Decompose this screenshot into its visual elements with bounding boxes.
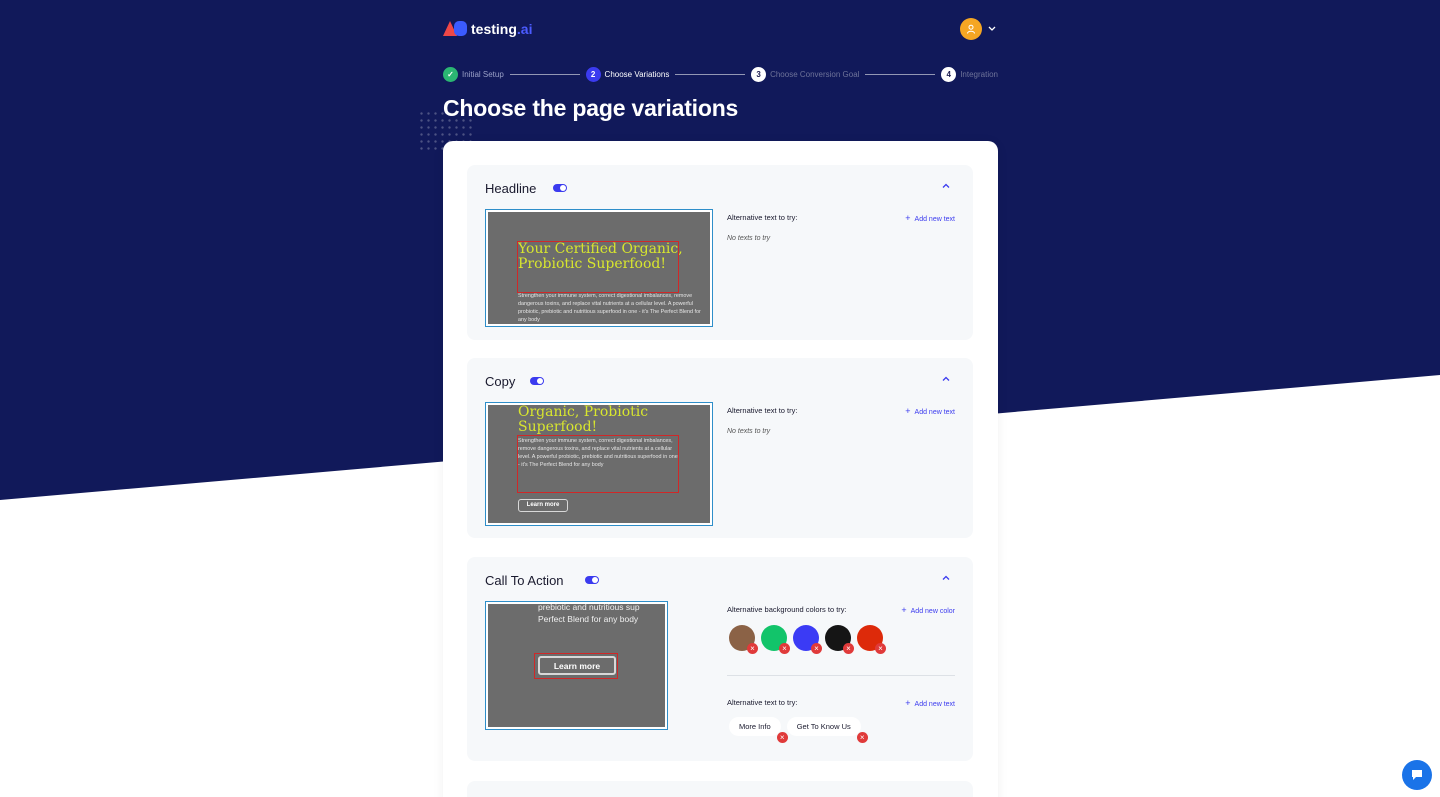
remove-icon[interactable]: × (875, 643, 886, 654)
preview-image: prebiotic and nutritious sup Perfect Ble… (488, 604, 665, 727)
check-icon: ✓ (443, 66, 458, 82)
plus-icon: + (905, 213, 911, 223)
step-connector (865, 73, 936, 75)
preview-image: Your Certified Organic, Probiotic Superf… (488, 212, 710, 324)
user-menu[interactable] (960, 18, 996, 40)
step-label: Integration (960, 69, 998, 79)
chat-widget-button[interactable] (1402, 760, 1432, 790)
divider (727, 675, 955, 676)
page-title: Choose the page variations (443, 95, 739, 121)
step-connector (675, 73, 746, 75)
headline-toggle[interactable] (553, 184, 567, 192)
chevron-up-icon[interactable] (941, 573, 951, 583)
avatar[interactable] (960, 18, 982, 40)
preview-context-1: prebiotic and nutritious sup (538, 604, 640, 612)
step-label: Choose Variations (604, 69, 670, 79)
chevron-down-icon[interactable] (988, 24, 996, 35)
step-number: 2 (585, 66, 601, 82)
chip-label: More Info (739, 722, 771, 731)
alt-text-label: Alternative text to try: (727, 406, 798, 415)
text-chips: More Info × Get To Know Us × (729, 717, 868, 743)
alt-text-chip[interactable]: Get To Know Us × (786, 717, 868, 743)
preview-headline: Organic, Probiotic Superfood! (518, 405, 649, 435)
plus-icon: + (905, 698, 911, 708)
step-choose-conversion-goal[interactable]: 3 Choose Conversion Goal (751, 66, 860, 82)
plus-icon: + (905, 406, 911, 416)
section-title: Headline (485, 181, 537, 196)
logo[interactable]: testing.ai (443, 20, 532, 37)
progress-stepper: ✓ Initial Setup 2 Choose Variations 3 Ch… (443, 66, 998, 82)
highlight-box (517, 435, 679, 493)
chip-label: Get To Know Us (796, 722, 851, 731)
color-swatch[interactable]: × (857, 625, 886, 654)
color-swatch[interactable]: × (761, 625, 790, 654)
copy-alternatives: Alternative text to try: + Add new text N… (727, 406, 955, 446)
preview-context-2: Perfect Blend for any body (538, 614, 639, 624)
alt-text-chip[interactable]: More Info × (729, 717, 788, 743)
headline-alternatives: Alternative text to try: + Add new text N… (727, 213, 955, 253)
step-number: 4 (941, 66, 957, 82)
logo-text: testing.ai (471, 20, 533, 37)
color-swatch[interactable]: × (793, 625, 822, 654)
color-swatch[interactable]: × (729, 625, 758, 654)
copy-toggle[interactable] (530, 377, 544, 385)
alt-text-label: Alternative text to try: (727, 698, 798, 707)
variations-card: Headline Your Certified Organic, Probiot… (443, 141, 998, 797)
plus-icon: + (901, 605, 907, 615)
copy-preview: Organic, Probiotic Superfood! Strengthen… (485, 402, 713, 526)
highlight-box (517, 241, 679, 293)
remove-icon[interactable]: × (776, 732, 788, 743)
section-next (467, 781, 973, 797)
chat-icon (1412, 770, 1422, 780)
add-new-color-link[interactable]: + Add new color (901, 605, 955, 615)
highlight-box (534, 653, 618, 679)
step-number: 3 (751, 66, 767, 82)
step-label: Initial Setup (462, 69, 504, 79)
preview-image: Organic, Probiotic Superfood! Strengthen… (488, 405, 710, 523)
top-bar: testing.ai (443, 18, 998, 42)
section-title: Call To Action (485, 573, 564, 588)
remove-icon[interactable]: × (811, 643, 822, 654)
section-title: Copy (485, 374, 516, 389)
cta-preview: prebiotic and nutritious sup Perfect Ble… (485, 601, 668, 730)
add-new-text-link[interactable]: + Add new text (905, 698, 955, 708)
alt-colors-label: Alternative background colors to try: (727, 605, 847, 614)
chevron-up-icon[interactable] (941, 374, 951, 384)
empty-message: No texts to try (727, 428, 771, 435)
cta-color-alternatives: Alternative background colors to try: + A… (727, 605, 955, 665)
step-connector (509, 73, 580, 75)
section-call-to-action: Call To Action prebiotic and nutritious … (467, 557, 973, 761)
cta-text-alternatives: Alternative text to try: + Add new text M… (727, 698, 955, 748)
preview-body: Strengthen your immune system, correct d… (518, 293, 701, 323)
preview-button: Learn more (518, 499, 568, 512)
remove-icon[interactable]: × (856, 732, 868, 743)
step-label: Choose Conversion Goal (770, 69, 860, 79)
chevron-up-icon[interactable] (941, 181, 951, 191)
remove-icon[interactable]: × (747, 643, 758, 654)
section-copy: Copy Organic, Probiotic Superfood! Stren… (467, 358, 973, 538)
ab-logo-icon (443, 20, 469, 37)
remove-icon[interactable]: × (779, 643, 790, 654)
step-initial-setup[interactable]: ✓ Initial Setup (443, 66, 504, 82)
step-choose-variations[interactable]: 2 Choose Variations (585, 66, 670, 82)
color-swatches: × × × × × (729, 625, 889, 654)
step-integration[interactable]: 4 Integration (941, 66, 998, 82)
color-swatch[interactable]: × (825, 625, 854, 654)
empty-message: No texts to try (727, 235, 771, 242)
user-icon (967, 24, 975, 34)
alt-text-label: Alternative text to try: (727, 213, 798, 222)
section-headline: Headline Your Certified Organic, Probiot… (467, 165, 973, 340)
remove-icon[interactable]: × (843, 643, 854, 654)
add-new-text-link[interactable]: + Add new text (905, 406, 955, 416)
headline-preview: Your Certified Organic, Probiotic Superf… (485, 209, 713, 327)
add-new-text-link[interactable]: + Add new text (905, 213, 955, 223)
cta-toggle[interactable] (585, 576, 599, 584)
